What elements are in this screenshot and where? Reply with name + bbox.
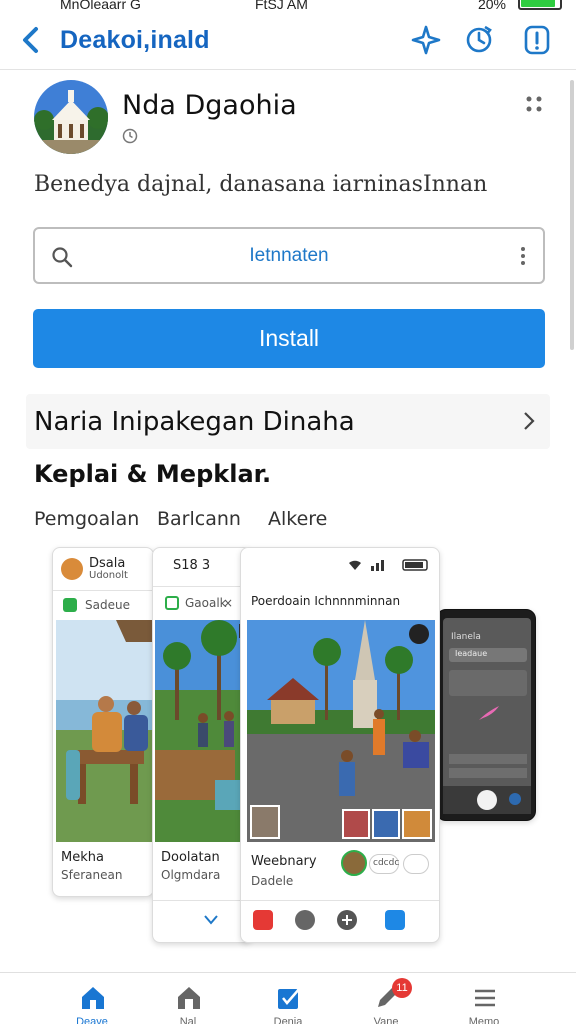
chip[interactable] bbox=[403, 854, 429, 874]
card-time: S18 3 bbox=[173, 558, 211, 573]
install-button[interactable]: Install bbox=[33, 309, 545, 368]
house-outline-icon bbox=[178, 987, 200, 1009]
checkbox-icon bbox=[278, 987, 301, 1009]
nav-item-denia[interactable]: Denia bbox=[248, 973, 328, 1024]
chevron-down-icon[interactable] bbox=[203, 914, 219, 926]
carrier-label: MnOleaarr G bbox=[60, 0, 141, 12]
app-name: Nda Dgaohia bbox=[122, 90, 297, 121]
tag-icon bbox=[63, 598, 77, 612]
phone-header-text: Ilanela bbox=[451, 632, 481, 642]
bag-icon[interactable] bbox=[385, 910, 405, 930]
resort-photo bbox=[155, 620, 251, 842]
search-value: Ietnnaten bbox=[249, 245, 329, 266]
screenshot-card-1[interactable]: Dsala Udonolt Sadeue Mekha Sferanean bbox=[52, 547, 154, 897]
sync-icon[interactable] bbox=[463, 24, 495, 56]
card-caption-sub: Dadele bbox=[251, 874, 294, 888]
page-title: Deakoi,inald bbox=[60, 26, 210, 54]
add-icon[interactable] bbox=[337, 910, 357, 930]
card-caption: Weebnary bbox=[251, 854, 317, 869]
battery-icon bbox=[518, 0, 562, 10]
chip-label: cdcdc bbox=[373, 858, 400, 868]
bottom-nav: Deave Nal Denia Vane Memo bbox=[0, 972, 576, 1024]
status-time: FtSJ AM bbox=[255, 0, 308, 12]
nav-label: Nal bbox=[179, 1016, 197, 1024]
status-icons bbox=[349, 559, 428, 571]
nav-label: Deave bbox=[76, 1016, 108, 1024]
nav-item-memo[interactable]: Memo bbox=[444, 973, 524, 1024]
section-row[interactable]: Naria Inipakegan Dinaha bbox=[26, 394, 550, 449]
phone-screen: Ilanela Ieadaue bbox=[443, 618, 531, 814]
nav-label: Vane bbox=[373, 1016, 399, 1024]
tab-alkere[interactable]: Alkere bbox=[268, 508, 327, 530]
message-icon[interactable] bbox=[253, 910, 273, 930]
scrollbar[interactable] bbox=[570, 80, 574, 350]
status-bar: MnOleaarr G FtSJ AM 20% bbox=[0, 0, 576, 14]
section-title: Naria Inipakegan Dinaha bbox=[34, 407, 355, 437]
phone-field: Ieadaue bbox=[449, 648, 527, 662]
nav-item-vane[interactable]: Vane bbox=[346, 973, 426, 1024]
more-grid-icon[interactable] bbox=[524, 94, 544, 114]
divider bbox=[153, 900, 251, 901]
card-title: Poerdoain Ichnnnminnan bbox=[251, 594, 401, 608]
card-caption-sub: Olgmdara bbox=[161, 868, 221, 882]
card-profile-name: Dsala bbox=[89, 556, 126, 571]
card-caption: Doolatan bbox=[161, 850, 220, 865]
menu-icon bbox=[475, 989, 495, 1007]
card-caption: Mekha bbox=[61, 850, 104, 865]
card-profile-sub: Udonolt bbox=[89, 570, 128, 581]
screenshot-card-2[interactable]: S18 3 Gaoalk × Doolatan Olgmdara bbox=[152, 547, 252, 943]
temple-photo bbox=[247, 620, 435, 842]
clock-icon bbox=[122, 128, 138, 144]
more-vertical-icon[interactable] bbox=[519, 245, 527, 267]
screenshot-card-3[interactable]: Poerdoain Ichnnnminnan Weebnary Dadele c… bbox=[240, 547, 440, 943]
app-icon bbox=[34, 80, 108, 154]
divider bbox=[53, 590, 153, 591]
nav-label: Memo bbox=[468, 1016, 500, 1024]
avatar bbox=[341, 850, 367, 876]
app-description: Benedya dajnal, danasana iarninasInnan bbox=[34, 172, 488, 197]
phone-row bbox=[449, 768, 527, 778]
battery-fill bbox=[521, 0, 556, 7]
phone-home-button bbox=[477, 790, 497, 810]
phone-row bbox=[449, 754, 527, 764]
tag-icon bbox=[165, 596, 179, 610]
nav-item-home[interactable]: Deave bbox=[52, 973, 132, 1024]
compass-icon[interactable] bbox=[410, 24, 442, 56]
card-tag: Sadeue bbox=[85, 598, 130, 612]
nav-label: Denia bbox=[273, 1016, 303, 1024]
card-caption-sub: Sferanean bbox=[61, 868, 123, 882]
beach-photo bbox=[56, 620, 152, 842]
card-tag: Gaoalk bbox=[185, 596, 227, 610]
divider bbox=[153, 586, 251, 587]
phone-panel bbox=[449, 670, 527, 696]
back-arrow-icon[interactable] bbox=[16, 24, 46, 56]
feather-icon bbox=[479, 706, 499, 720]
subheading: Keplai & Mepklar. bbox=[34, 460, 272, 488]
chip[interactable]: cdcdc bbox=[369, 854, 399, 874]
search-input[interactable]: Ietnnaten bbox=[33, 227, 545, 284]
divider bbox=[241, 900, 439, 901]
screenshot-card-4[interactable]: Ilanela Ieadaue bbox=[436, 609, 536, 821]
chevron-right-icon bbox=[524, 412, 535, 430]
nav-item-nal[interactable]: Nal bbox=[148, 973, 228, 1024]
avatar bbox=[61, 558, 83, 580]
tab-barlcann[interactable]: Barlcann bbox=[157, 508, 241, 530]
notification-badge: 11 bbox=[392, 978, 412, 998]
tab-pemgoalan[interactable]: Pemgoalan bbox=[34, 508, 139, 530]
phone-field-text: Ieadaue bbox=[455, 649, 488, 658]
phone-bottom-bar bbox=[443, 786, 531, 814]
share-icon[interactable] bbox=[295, 910, 315, 930]
battery-percent: 20% bbox=[477, 0, 506, 12]
phone-dot bbox=[509, 793, 521, 805]
info-icon[interactable] bbox=[521, 24, 553, 56]
app-header: Deakoi,inald bbox=[0, 14, 576, 70]
close-icon[interactable]: × bbox=[223, 596, 233, 610]
home-icon bbox=[82, 987, 104, 1009]
